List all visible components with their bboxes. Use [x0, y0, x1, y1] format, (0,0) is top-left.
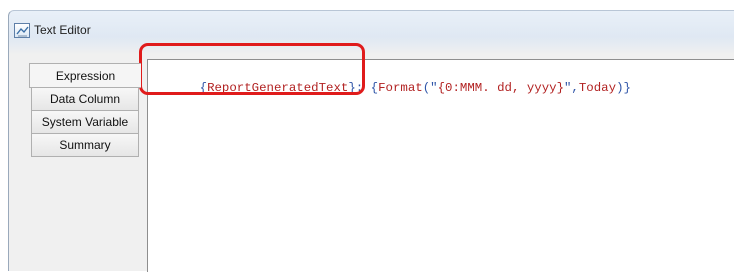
text-editor-icon — [14, 23, 30, 38]
code-token-report-generated-text: ReportGeneratedText — [207, 81, 349, 95]
code-token-today: Today — [578, 81, 617, 95]
code-token-colon: : — [355, 81, 371, 95]
expression-editor[interactable]: {ReportGeneratedText}: {Format("{0:MMM. … — [147, 59, 734, 272]
code-token-close-brace: } — [623, 81, 631, 95]
code-token-open-brace: { — [370, 81, 379, 95]
code-token-paren-quote: (" — [422, 81, 438, 95]
code-token-format: Format — [378, 81, 423, 95]
tab-summary[interactable]: Summary — [31, 134, 139, 157]
window-title: Text Editor — [34, 23, 91, 37]
code-token-quote-comma: ", — [564, 81, 579, 95]
expression-text: {ReportGeneratedText}: {Format("{0:MMM. … — [155, 67, 631, 109]
tab-system-variable[interactable]: System Variable — [31, 111, 139, 134]
tab-data-column[interactable]: Data Column — [31, 88, 139, 111]
code-token-format-string: {0:MMM. dd, yyyy} — [437, 81, 564, 95]
code-token-close-brace: } — [348, 81, 356, 95]
tab-expression[interactable]: Expression — [29, 63, 141, 88]
text-editor-window: Text Editor Expression Data Column Syste… — [8, 10, 734, 272]
tab-list: Expression Data Column System Variable S… — [29, 63, 141, 157]
code-token-close-paren: ) — [616, 81, 624, 95]
title-bar[interactable]: Text Editor — [9, 11, 734, 43]
code-token-open-brace: { — [199, 81, 208, 95]
